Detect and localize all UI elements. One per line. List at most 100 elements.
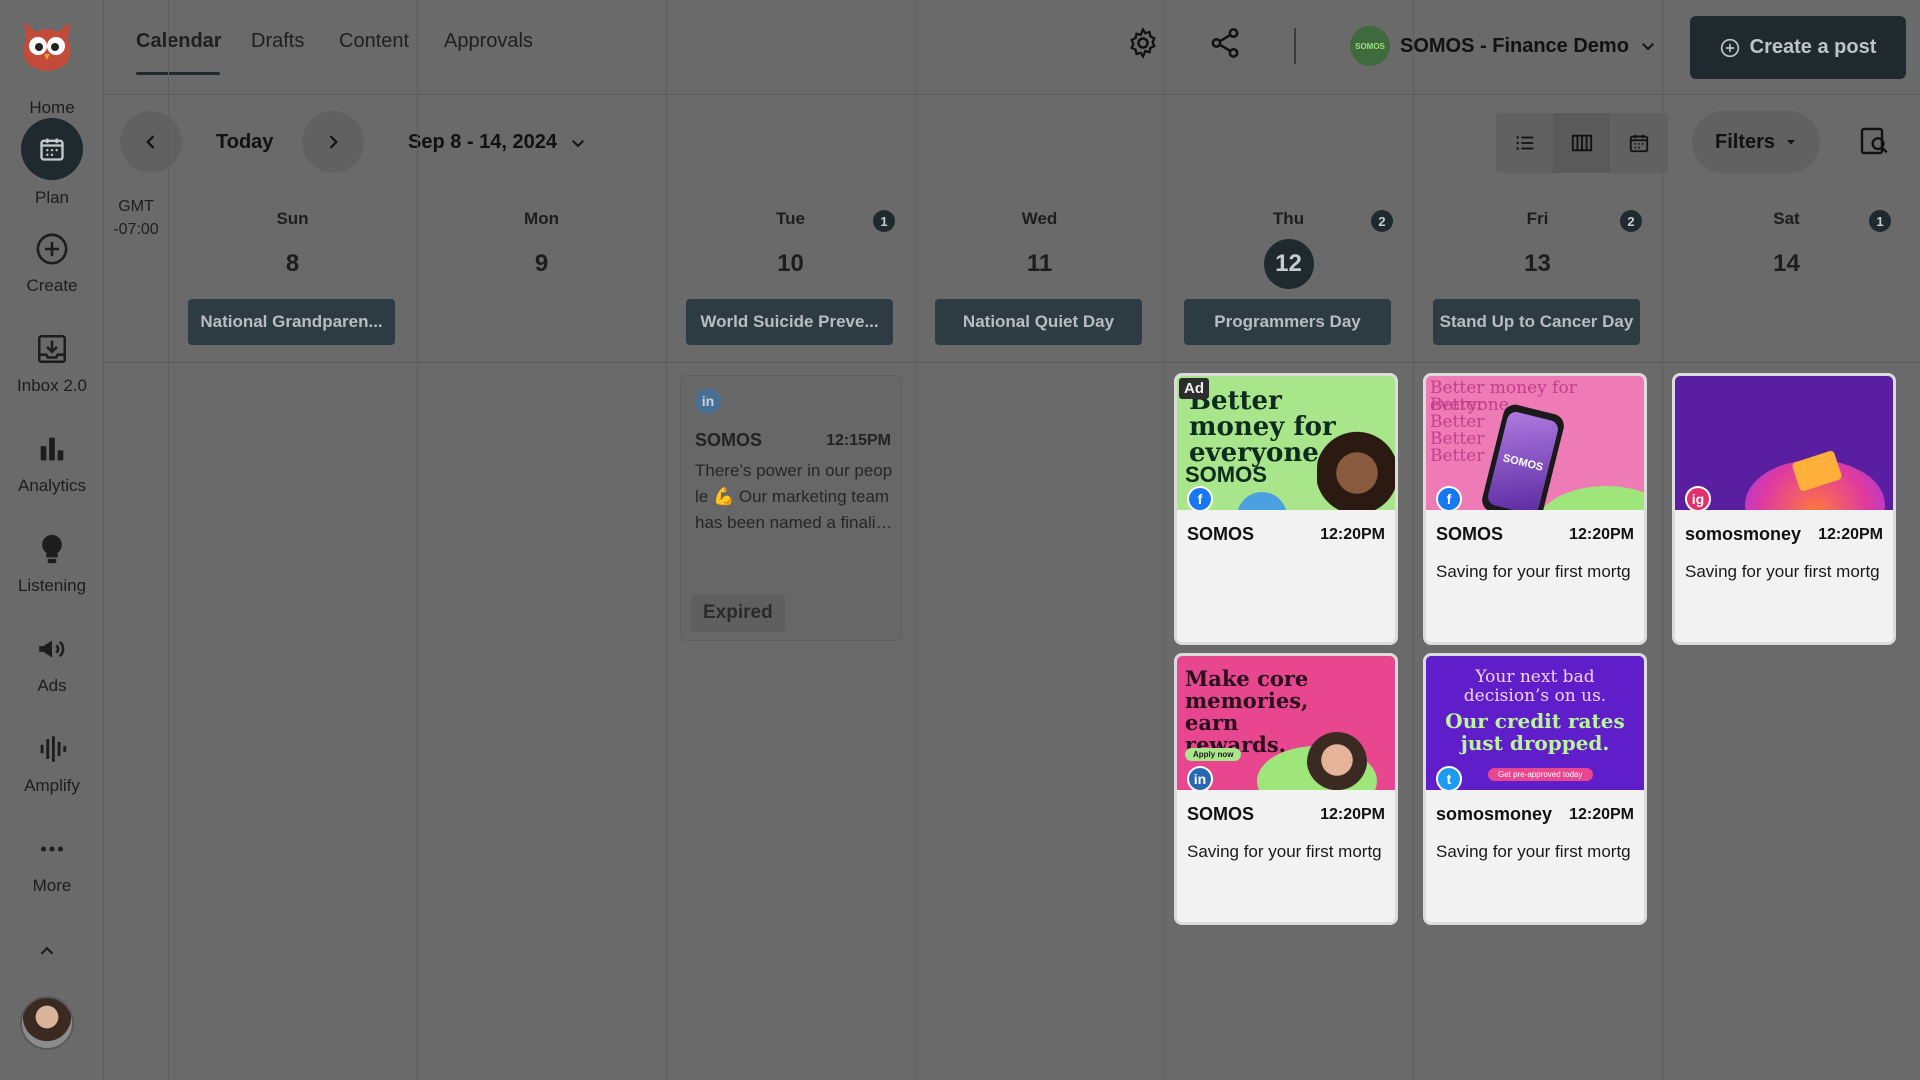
filters-button[interactable]: Filters xyxy=(1692,111,1820,173)
day-column-wed: Wed 11 National Quiet Day xyxy=(915,195,1164,363)
tab-content[interactable]: Content xyxy=(339,30,409,53)
next-week-button[interactable] xyxy=(302,111,364,173)
account-selector[interactable]: SOMOS SOMOS - Finance Demo xyxy=(1350,26,1657,66)
post-preview-text: Saving for your first mortg xyxy=(1436,842,1631,861)
sidebar-item-ads[interactable]: Ads xyxy=(0,632,104,696)
post-image: Better money for everyone. SOMOS Ad f xyxy=(1177,376,1395,510)
post-card[interactable]: ig somosmoney 12:20PM Saving for your fi… xyxy=(1672,373,1896,645)
expired-badge: Expired xyxy=(691,594,785,632)
tab-calendar[interactable]: Calendar xyxy=(136,30,222,53)
day-number[interactable]: 8 xyxy=(268,239,318,289)
owl-logo-icon[interactable] xyxy=(14,12,80,78)
post-count-badge: 1 xyxy=(1869,210,1891,232)
day-column-sat: Sat 1 14 xyxy=(1662,195,1911,363)
post-card[interactable]: Better money for everyone Better Better … xyxy=(1423,373,1647,645)
sidebar-item-more[interactable]: More xyxy=(0,832,104,896)
account-logo: SOMOS xyxy=(1350,26,1390,66)
day-column-thu: Thu 2 12 Programmers Day xyxy=(1164,195,1413,363)
top-bar: Calendar Drafts Content Approvals SOMOS … xyxy=(104,0,1920,95)
export-report-icon[interactable] xyxy=(1858,125,1890,157)
holiday-chip[interactable]: Stand Up to Cancer Day xyxy=(1433,299,1640,345)
phone-image: SOMOS xyxy=(1479,402,1567,510)
post-image: Your next bad decision’s on us. Our cred… xyxy=(1426,656,1644,790)
bar-chart-icon xyxy=(40,437,64,461)
tab-approvals[interactable]: Approvals xyxy=(444,30,533,53)
sidebar-item-plan[interactable]: Plan xyxy=(0,118,104,208)
share-icon[interactable] xyxy=(1208,26,1242,60)
calendar-header: GMT -07:00 Sun 8 National Grandparen... … xyxy=(104,195,1920,363)
facebook-icon: f xyxy=(1187,486,1213,510)
linkedin-icon: in xyxy=(1187,766,1213,790)
collapse-chevron-up-icon[interactable] xyxy=(36,940,58,962)
chevron-right-icon xyxy=(329,135,338,149)
holiday-chip[interactable]: Programmers Day xyxy=(1184,299,1391,345)
sidebar-item-create[interactable]: Create xyxy=(0,232,104,296)
holiday-chip[interactable]: National Grandparen... xyxy=(188,299,395,345)
post-preview-text: Saving for your first mortg xyxy=(1436,562,1631,581)
chevron-down-icon xyxy=(572,139,584,147)
post-card[interactable]: Make core memories, earn rewards. Apply … xyxy=(1174,653,1398,925)
post-preview-text: Saving for your first mortg xyxy=(1187,842,1382,861)
calendar-icon xyxy=(40,138,64,161)
sidebar-item-home[interactable]: Home xyxy=(0,88,104,118)
day-column-fri: Fri 2 13 Stand Up to Cancer Day xyxy=(1413,195,1662,363)
account-name: SOMOS - Finance Demo xyxy=(1400,34,1629,57)
day-number[interactable]: 11 xyxy=(1015,239,1065,289)
create-post-button[interactable]: Create a post xyxy=(1690,16,1906,79)
tab-drafts[interactable]: Drafts xyxy=(251,30,304,53)
chevron-down-icon xyxy=(1641,43,1654,51)
person-photo xyxy=(1317,428,1395,510)
post-image: Make core memories, earn rewards. Apply … xyxy=(1177,656,1395,790)
plus-circle-icon xyxy=(1720,38,1739,57)
day-number[interactable]: 10 xyxy=(766,239,816,289)
lightbulb-icon xyxy=(42,534,62,564)
inbox-icon xyxy=(37,334,67,364)
day-number[interactable]: 13 xyxy=(1513,239,1563,289)
post-count-badge: 2 xyxy=(1371,210,1393,232)
day-column-sun: Sun 8 National Grandparen... xyxy=(168,195,417,363)
linkedin-icon: in xyxy=(695,388,721,414)
active-tab-indicator xyxy=(136,72,220,75)
gear-icon[interactable] xyxy=(1126,26,1160,60)
list-view-button[interactable] xyxy=(1496,113,1553,173)
amplify-icon xyxy=(40,736,67,762)
list-icon xyxy=(1515,136,1533,150)
post-image: Better money for everyone Better Better … xyxy=(1426,376,1644,510)
apply-now-cta: Apply now xyxy=(1185,748,1242,761)
month-view-button[interactable] xyxy=(1610,113,1667,173)
ellipsis-icon xyxy=(40,846,64,852)
post-count-badge: 1 xyxy=(873,210,895,232)
date-range-picker[interactable]: Sep 8 - 14, 2024 xyxy=(408,131,587,154)
day-number-today[interactable]: 12 xyxy=(1263,239,1314,289)
day-column-mon: Mon 9 xyxy=(417,195,666,363)
avatar[interactable] xyxy=(20,996,74,1050)
day-number[interactable]: 14 xyxy=(1762,239,1812,289)
caret-down-icon xyxy=(1787,140,1796,145)
facebook-icon: f xyxy=(1436,486,1462,510)
calendar-toolbar: Today Sep 8 - 14, 2024 Filters xyxy=(104,95,1920,195)
post-preview-text: There’s power in our peop le 💪 Our marke… xyxy=(695,461,893,532)
today-button[interactable]: Today xyxy=(216,131,273,154)
sidebar-item-inbox[interactable]: Inbox 2.0 xyxy=(0,332,104,396)
post-card[interactable]: Your next bad decision’s on us. Our cred… xyxy=(1423,653,1647,925)
pre-approved-cta: Get pre-approved today xyxy=(1488,768,1593,781)
sidebar-item-amplify[interactable]: Amplify xyxy=(0,732,104,796)
calendar-icon xyxy=(1629,134,1648,153)
person-photo xyxy=(1307,732,1367,790)
week-view-button[interactable] xyxy=(1553,113,1610,173)
expired-post-card[interactable]: in SOMOS 12:15PM There’s power in our pe… xyxy=(680,375,902,641)
ad-badge: Ad xyxy=(1179,378,1209,399)
day-column-tue: Tue 1 10 World Suicide Preve... xyxy=(666,195,915,363)
day-number[interactable]: 9 xyxy=(517,239,567,289)
calendar-grid: in SOMOS 12:15PM There’s power in our pe… xyxy=(104,0,1920,1080)
post-card[interactable]: Better money for everyone. SOMOS Ad f SO… xyxy=(1174,373,1398,645)
week-columns-icon xyxy=(1571,134,1592,152)
sidebar-item-analytics[interactable]: Analytics xyxy=(0,432,104,496)
post-preview-text: Saving for your first mortg xyxy=(1685,562,1880,581)
previous-week-button[interactable] xyxy=(120,111,182,173)
sidebar-item-listening[interactable]: Listening xyxy=(0,532,104,596)
holiday-chip[interactable]: World Suicide Preve... xyxy=(686,299,893,345)
divider xyxy=(1294,28,1296,64)
holiday-chip[interactable]: National Quiet Day xyxy=(935,299,1142,345)
chevron-left-icon xyxy=(146,135,155,149)
